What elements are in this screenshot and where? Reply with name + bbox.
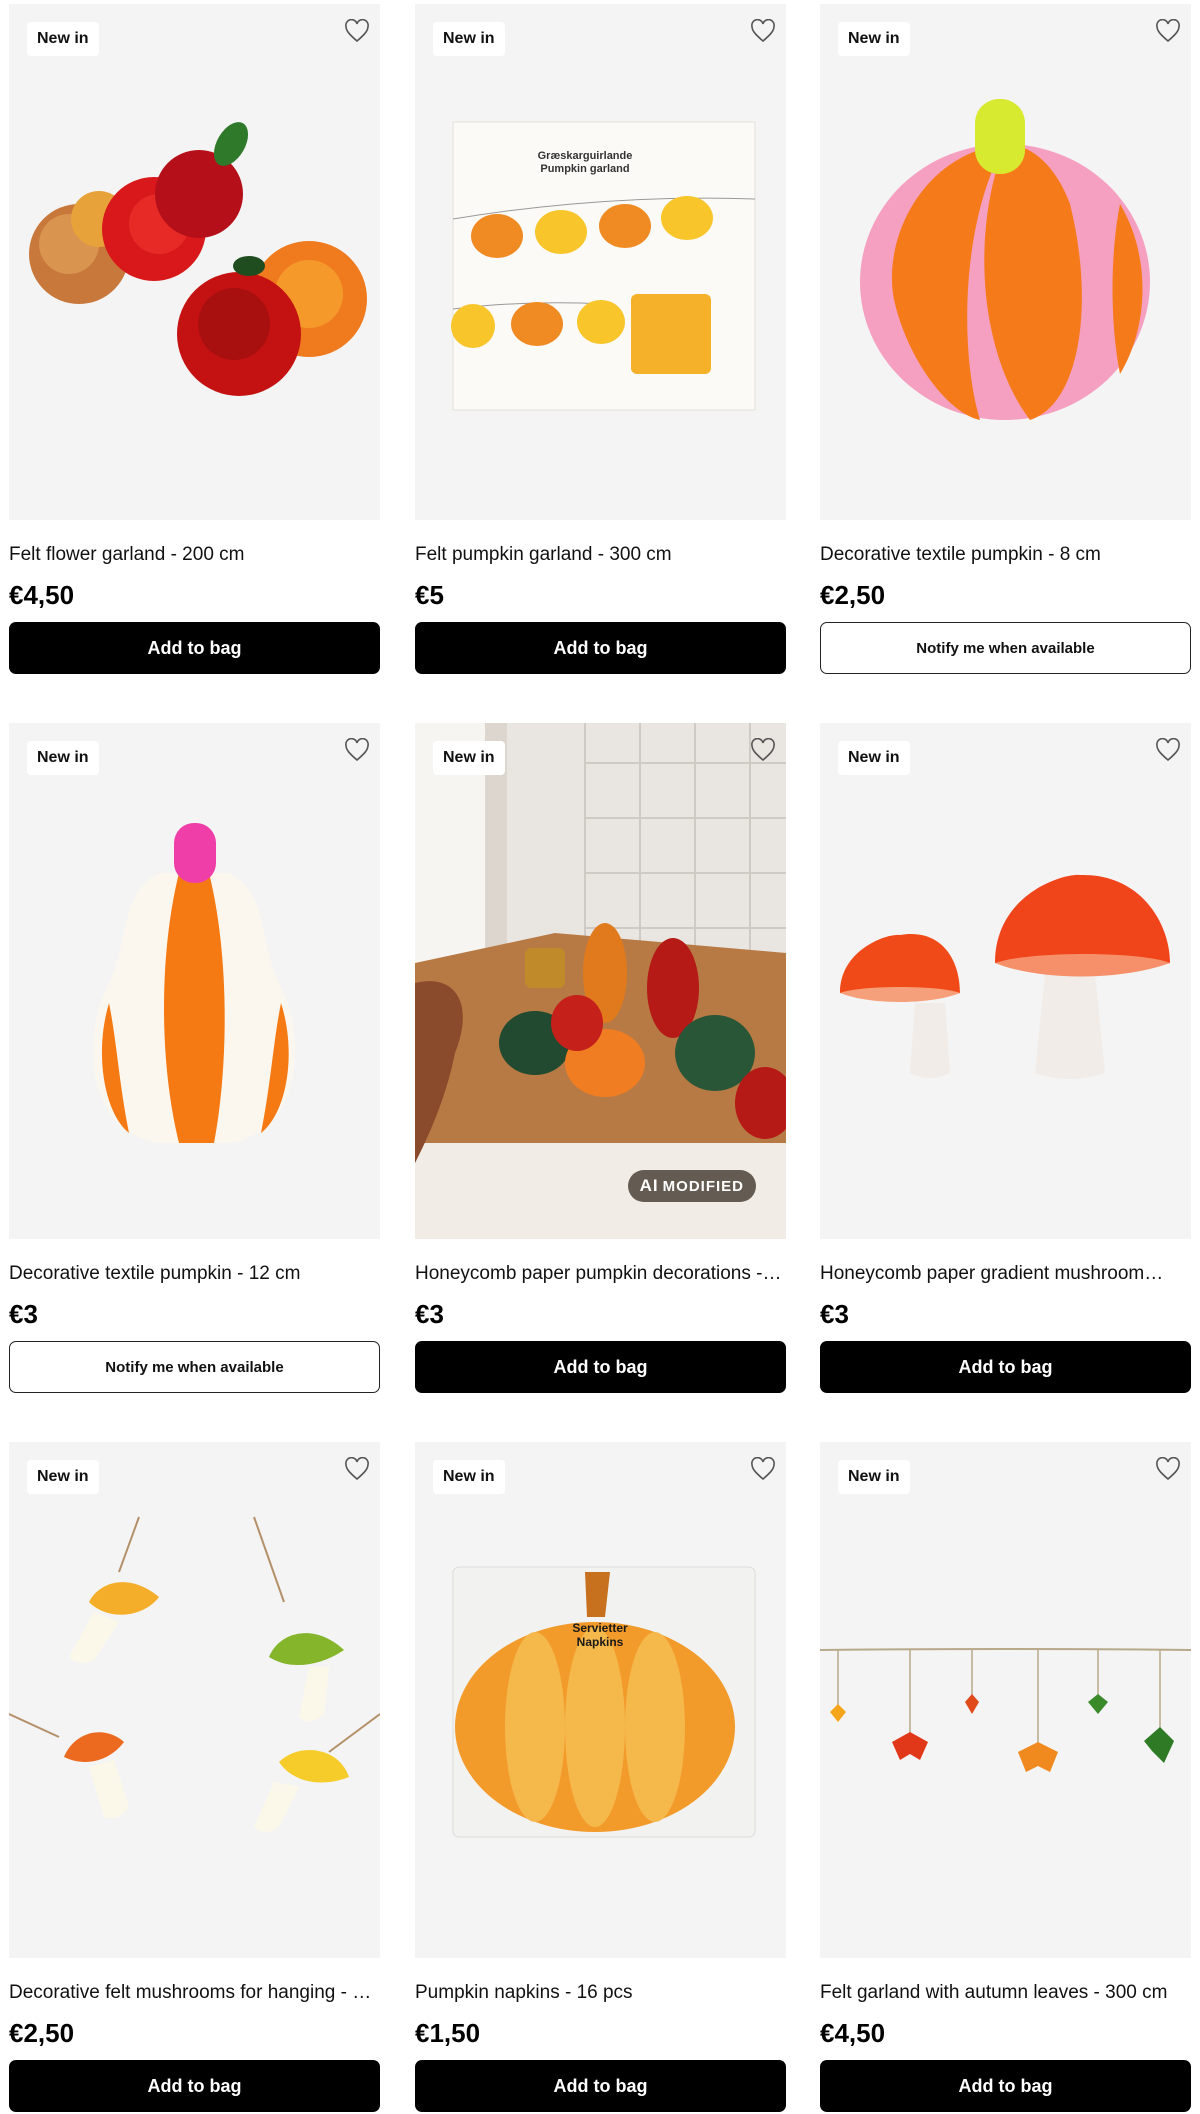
product-card[interactable]: New in Honeycomb paper gradient mushroom…: [820, 723, 1191, 1393]
product-price: €3: [415, 1299, 444, 1329]
add-to-bag-button[interactable]: Add to bag: [820, 1341, 1191, 1393]
product-card[interactable]: New in Felt flower garland - 200 cm €4,5…: [9, 4, 380, 674]
product-price: €1,50: [415, 2018, 481, 2048]
product-card[interactable]: New in AI MODIFIED Honeycomb paper pumpki…: [415, 723, 786, 1393]
heart-icon[interactable]: [750, 19, 776, 43]
package-title: Græskarguirlande: [538, 150, 633, 162]
honeycomb-pumpkin-scene-image: [415, 723, 786, 1239]
ai-mark: AI: [639, 1176, 659, 1195]
add-to-bag-button[interactable]: Add to bag: [415, 622, 786, 674]
product-title[interactable]: Felt garland with autumn leaves - 300 cm: [820, 1982, 1191, 2004]
product-title[interactable]: Honeycomb paper pumpkin decorations - …: [415, 1263, 786, 1285]
product-image[interactable]: New in: [820, 4, 1191, 520]
product-price: €4,50: [820, 2018, 886, 2048]
product-title[interactable]: Decorative felt mushrooms for hanging - …: [9, 1982, 380, 2004]
product-card[interactable]: New in Decorative felt mushrooms for han…: [9, 1442, 380, 2112]
product-title[interactable]: Decorative textile pumpkin - 8 cm: [820, 544, 1191, 566]
felt-flower-garland-image: [29, 122, 367, 396]
felt-mushrooms-hanging-image: [9, 1516, 380, 1832]
svg-text:Pumpkin garland: Pumpkin garland: [540, 163, 629, 175]
add-to-bag-button[interactable]: Add to bag: [415, 2060, 786, 2112]
new-in-badge: New in: [838, 1460, 910, 1494]
product-card[interactable]: New in Decorative textile pumpkin - 12 c…: [9, 723, 380, 1393]
heart-icon[interactable]: [344, 738, 370, 762]
new-in-badge: New in: [433, 1460, 505, 1494]
ai-modified-label: MODIFIED: [662, 1178, 744, 1195]
product-title[interactable]: Pumpkin napkins - 16 pcs: [415, 1982, 786, 2004]
pumpkin-napkins-image: Servietter Napkins: [452, 1566, 756, 1838]
heart-icon[interactable]: [344, 1457, 370, 1481]
new-in-badge: New in: [27, 1460, 99, 1494]
heart-icon[interactable]: [1155, 738, 1181, 762]
add-to-bag-button[interactable]: Add to bag: [9, 2060, 380, 2112]
product-image[interactable]: New in: [9, 723, 380, 1239]
product-title[interactable]: Decorative textile pumpkin - 12 cm: [9, 1263, 380, 1285]
product-card[interactable]: New in Felt garland with autumn leaves -…: [820, 1442, 1191, 2112]
ai-modified-badge: AI MODIFIED: [627, 1170, 756, 1202]
product-card[interactable]: Græskarguirlande Pumpkin garland New in …: [415, 4, 786, 674]
product-image[interactable]: New in: [820, 1442, 1191, 1958]
notify-me-button[interactable]: Notify me when available: [820, 622, 1191, 674]
product-image[interactable]: New in: [9, 1442, 380, 1958]
heart-icon[interactable]: [750, 738, 776, 762]
new-in-badge: New in: [433, 22, 505, 56]
product-image[interactable]: New in AI MODIFIED: [415, 723, 786, 1239]
product-card[interactable]: Servietter Napkins New in Pumpkin napkin…: [415, 1442, 786, 2112]
textile-pumpkin-12cm-image: [93, 823, 295, 1143]
notify-me-button[interactable]: Notify me when available: [9, 1341, 380, 1393]
product-price: €2,50: [820, 580, 886, 610]
heart-icon[interactable]: [344, 19, 370, 43]
new-in-badge: New in: [838, 741, 910, 775]
product-image[interactable]: New in: [820, 723, 1191, 1239]
add-to-bag-button[interactable]: Add to bag: [820, 2060, 1191, 2112]
svg-text:Servietter: Servietter: [572, 1621, 628, 1635]
textile-pumpkin-8cm-image: [860, 99, 1150, 420]
autumn-leaves-garland-image: [820, 1648, 1191, 1772]
svg-text:Napkins: Napkins: [577, 1635, 624, 1649]
add-to-bag-button[interactable]: Add to bag: [9, 622, 380, 674]
new-in-badge: New in: [27, 741, 99, 775]
product-card[interactable]: New in Decorative textile pumpkin - 8 cm…: [820, 4, 1191, 674]
product-price: €3: [9, 1299, 38, 1329]
product-price: €4,50: [9, 580, 75, 610]
product-price: €2,50: [9, 2018, 75, 2048]
product-title[interactable]: Felt pumpkin garland - 300 cm: [415, 544, 786, 566]
product-image[interactable]: New in: [9, 4, 380, 520]
product-price: €5: [415, 580, 444, 610]
product-title[interactable]: Honeycomb paper gradient mushroom…: [820, 1263, 1191, 1285]
heart-icon[interactable]: [750, 1457, 776, 1481]
new-in-badge: New in: [838, 22, 910, 56]
product-price: €3: [820, 1299, 849, 1329]
new-in-badge: New in: [27, 22, 99, 56]
heart-icon[interactable]: [1155, 1457, 1181, 1481]
honeycomb-mushroom-image: [840, 874, 1170, 1079]
felt-pumpkin-garland-image: Græskarguirlande Pumpkin garland: [451, 121, 756, 411]
product-grid: New in Felt flower garland - 200 cm €4,5…: [0, 0, 1200, 2114]
product-image[interactable]: Græskarguirlande Pumpkin garland New in: [415, 4, 786, 520]
heart-icon[interactable]: [1155, 19, 1181, 43]
product-title[interactable]: Felt flower garland - 200 cm: [9, 544, 380, 566]
add-to-bag-button[interactable]: Add to bag: [415, 1341, 786, 1393]
product-image[interactable]: Servietter Napkins New in: [415, 1442, 786, 1958]
new-in-badge: New in: [433, 741, 505, 775]
